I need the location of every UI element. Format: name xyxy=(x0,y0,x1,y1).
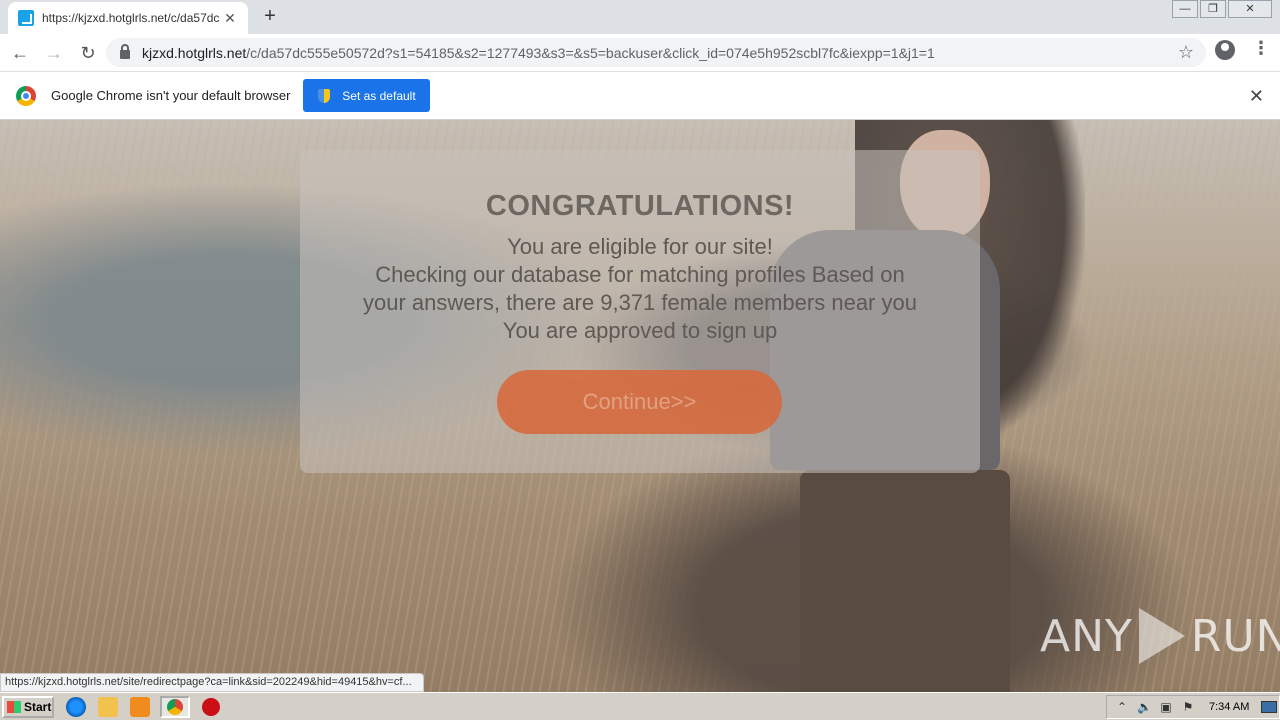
back-button[interactable]: ← xyxy=(6,39,34,67)
reload-button[interactable]: ↻ xyxy=(74,39,102,67)
set-as-default-button[interactable]: Set as default xyxy=(303,79,431,112)
url-text[interactable]: kjzxd.hotglrls.net/c/da57dc555e50572d?s1… xyxy=(142,45,1162,61)
infobar-close-icon[interactable]: ✕ xyxy=(1249,86,1264,107)
tab-strip: https://kjzxd.hotglrls.net/c/da57dc5 ✕ +… xyxy=(0,0,1280,34)
maximize-button[interactable]: ❐ xyxy=(1200,0,1226,18)
tab-title: https://kjzxd.hotglrls.net/c/da57dc5 xyxy=(42,11,220,25)
browser-menu-icon[interactable]: ⋮ xyxy=(1252,38,1270,59)
window-controls: — ❐ ✕ xyxy=(1170,0,1272,18)
opera-icon[interactable] xyxy=(202,697,220,716)
url-path: /c/da57dc555e50572d?s1=54185&s2=1277493&… xyxy=(246,44,935,61)
taskbar-clock[interactable]: 7:34 AM xyxy=(1209,701,1249,713)
modal-line-2: Checking our database for matching profi… xyxy=(375,262,905,287)
lock-icon[interactable] xyxy=(120,44,130,59)
watermark-left: ANY xyxy=(1040,610,1133,662)
congratulations-modal: CONGRATULATIONS! You are eligible for ou… xyxy=(300,150,980,473)
link-status-bubble: https://kjzxd.hotglrls.net/site/redirect… xyxy=(0,673,424,692)
show-desktop-icon[interactable] xyxy=(1261,701,1278,713)
modal-line-4: You are approved to sign up xyxy=(502,318,778,343)
forward-button[interactable]: → xyxy=(40,39,68,67)
chrome-icon xyxy=(167,698,183,715)
internet-explorer-icon[interactable] xyxy=(66,696,86,717)
volume-icon[interactable]: 🔈 xyxy=(1137,700,1152,714)
browser-toolbar: ← → ↻ kjzxd.hotglrls.net/c/da57dc555e505… xyxy=(0,34,1280,71)
url-host: kjzxd.hotglrls.net xyxy=(142,44,247,61)
media-player-icon[interactable] xyxy=(130,696,150,717)
play-icon xyxy=(1138,608,1185,664)
tray-expand-icon[interactable]: ⌃ xyxy=(1115,700,1129,714)
network-icon[interactable]: ▣ xyxy=(1159,700,1173,714)
page-content: CONGRATULATIONS! You are eligible for ou… xyxy=(0,120,1280,692)
site-favicon-icon xyxy=(18,10,34,26)
new-tab-button[interactable]: + xyxy=(258,6,282,28)
modal-line-3: your answers, there are 9,371 female mem… xyxy=(363,290,917,315)
system-tray: ⌃ 🔈 ▣ ⚑ 7:34 AM xyxy=(1106,695,1280,719)
modal-title: CONGRATULATIONS! xyxy=(485,190,795,222)
address-bar[interactable]: kjzxd.hotglrls.net/c/da57dc555e50572d?s1… xyxy=(106,38,1206,67)
tab-close-icon[interactable]: ✕ xyxy=(222,10,238,27)
anyrun-watermark: ANY RUN xyxy=(1040,608,1280,664)
chrome-logo-icon xyxy=(16,85,36,106)
action-center-flag-icon[interactable]: ⚑ xyxy=(1181,700,1195,714)
minimize-button[interactable]: — xyxy=(1172,0,1198,18)
windows-taskbar: Start ⌃ 🔈 ▣ ⚑ 7:34 AM xyxy=(0,692,1280,720)
start-label: Start xyxy=(24,699,52,714)
modal-line-1: You are eligible for our site! xyxy=(507,234,773,259)
windows-flag-icon xyxy=(7,700,21,713)
browser-tab[interactable]: https://kjzxd.hotglrls.net/c/da57dc5 ✕ xyxy=(8,2,248,34)
window-close-button[interactable]: ✕ xyxy=(1228,0,1272,18)
profile-avatar-icon[interactable] xyxy=(1215,40,1235,60)
default-browser-infobar: Google Chrome isn't your default browser… xyxy=(0,71,1280,120)
taskbar-chrome-button[interactable] xyxy=(160,695,190,718)
watermark-right: RUN xyxy=(1190,610,1280,662)
set-as-default-label: Set as default xyxy=(342,88,416,103)
infobar-message: Google Chrome isn't your default browser xyxy=(51,88,291,103)
continue-button[interactable]: Continue>> xyxy=(497,370,782,434)
bookmark-star-icon[interactable]: ☆ xyxy=(1178,42,1194,63)
file-explorer-icon[interactable] xyxy=(98,696,118,717)
uac-shield-icon xyxy=(318,88,331,103)
start-button[interactable]: Start xyxy=(2,695,54,718)
